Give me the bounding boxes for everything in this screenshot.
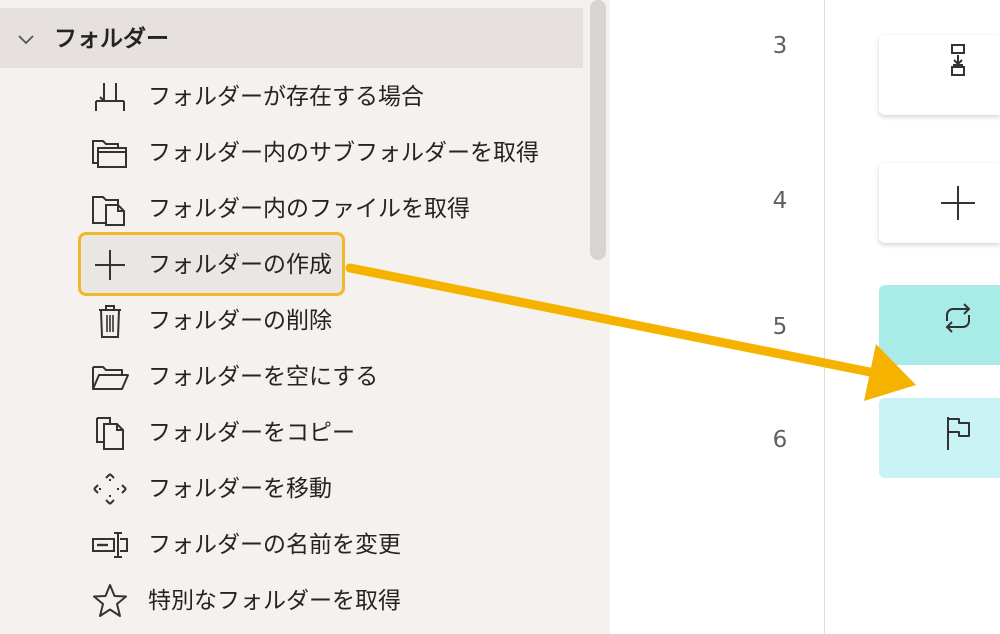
scrollbar[interactable] [590,0,606,260]
flow-step-3[interactable] [879,35,1000,115]
move-icon [93,473,127,505]
action-label: フォルダーの作成 [148,252,332,278]
action-item-folder-exists[interactable]: フォルダーが存在する場合 [0,68,583,124]
action-item-get-special-folder[interactable]: 特別なフォルダーを取得 [0,572,583,628]
chevron-down-icon[interactable] [15,28,37,50]
open-folder-icon [92,366,129,390]
action-label: フォルダーの削除 [148,308,332,334]
loop-icon [945,303,971,333]
flow-step-6[interactable] [879,398,1000,478]
action-item-move-folder[interactable]: フォルダーを移動 [0,460,583,516]
action-item-get-subfolders[interactable]: フォルダー内のサブフォルダーを取得 [0,124,583,180]
line-number: 3 [772,33,788,59]
line-number-gutter: 3 4 5 6 [610,0,824,634]
plus-icon [941,186,975,220]
group-title: フォルダー [54,26,169,52]
action-item-empty-folder[interactable]: フォルダーを空にする [0,348,583,404]
action-label: フォルダー内のサブフォルダーを取得 [148,140,539,166]
folder-files-icon [92,196,125,226]
action-label: 特別なフォルダーを取得 [148,588,401,614]
subfolders-icon [92,140,127,168]
plus-icon [95,250,125,280]
trash-icon [99,305,121,338]
action-item-delete-folder[interactable]: フォルダーの削除 [0,292,583,348]
line-number: 5 [772,314,788,340]
action-item-rename-folder[interactable]: フォルダーの名前を変更 [0,516,583,572]
action-label: フォルダーをコピー [148,420,355,446]
flag-icon [947,417,970,450]
action-label: フォルダーを移動 [148,476,332,502]
line-number: 4 [772,188,788,214]
flow-canvas [825,0,1000,634]
flow-step-5[interactable] [879,285,1000,365]
star-icon [93,584,127,617]
action-item-create-folder[interactable]: フォルダーの作成 [0,236,583,292]
flow-step-4[interactable] [879,163,1000,243]
rename-icon [92,532,128,558]
action-item-get-files[interactable]: フォルダー内のファイルを取得 [0,180,583,236]
line-number: 6 [772,427,788,453]
folder-exists-icon [95,83,125,111]
action-label: フォルダーを空にする [148,364,379,390]
action-item-copy-folder[interactable]: フォルダーをコピー [0,404,583,460]
copy-icon [96,417,124,450]
folder-group-header[interactable]: フォルダー [0,8,583,68]
action-label: フォルダー内のファイルを取得 [148,196,470,222]
action-label: フォルダーの名前を変更 [148,532,401,558]
action-label: フォルダーが存在する場合 [148,84,424,110]
download-step-icon [951,44,965,76]
actions-panel: フォルダー フォルダーが存在する場合 フォルダー内のサブフォルダーを取得 フォル… [0,0,610,634]
